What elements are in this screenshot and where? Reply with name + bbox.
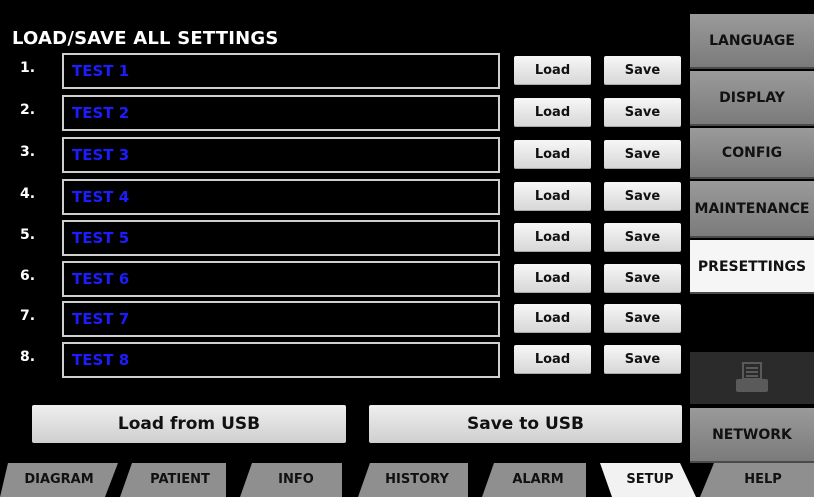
load-from-usb-button[interactable]: Load from USB — [32, 405, 346, 443]
preset-number: 8. — [20, 349, 36, 365]
preset-row: 8. TEST 8 Load Save — [0, 341, 690, 378]
preset-number: 3. — [20, 144, 36, 160]
preset-row: 4. TEST 4 Load Save — [0, 178, 690, 215]
preset-number: 1. — [20, 60, 36, 76]
save-button[interactable]: Save — [604, 304, 681, 333]
tab-alarm[interactable]: ALARM — [490, 463, 586, 497]
preset-name-field[interactable]: TEST 7 — [62, 301, 500, 337]
save-button[interactable]: Save — [604, 98, 681, 127]
side-menu-presettings[interactable]: PRESETTINGS — [690, 240, 814, 294]
tab-help[interactable]: HELP — [712, 463, 814, 497]
printer-icon — [734, 362, 770, 394]
preset-row: 6. TEST 6 Load Save — [0, 260, 690, 297]
load-button[interactable]: Load — [514, 98, 591, 127]
preset-row: 1. TEST 1 Load Save — [0, 52, 690, 89]
preset-row: 7. TEST 7 Load Save — [0, 300, 690, 337]
save-button[interactable]: Save — [604, 345, 681, 374]
preset-name-field[interactable]: TEST 3 — [62, 137, 500, 173]
side-menu-config[interactable]: CONFIG — [690, 128, 814, 179]
side-menu-network[interactable]: NETWORK — [690, 408, 814, 463]
settings-screen: LOAD/SAVE ALL SETTINGS 1. TEST 1 Load Sa… — [0, 0, 814, 497]
preset-name: TEST 1 — [72, 62, 130, 80]
preset-row: 2. TEST 2 Load Save — [0, 94, 690, 131]
save-button[interactable]: Save — [604, 56, 681, 85]
preset-row: 5. TEST 5 Load Save — [0, 219, 690, 256]
tab-setup[interactable]: SETUP — [608, 463, 692, 497]
preset-name: TEST 8 — [72, 351, 130, 369]
preset-name-field[interactable]: TEST 6 — [62, 261, 500, 297]
preset-number: 2. — [20, 102, 36, 118]
preset-name: TEST 5 — [72, 229, 130, 247]
tab-patient[interactable]: PATIENT — [132, 463, 228, 497]
tab-diagram[interactable]: DIAGRAM — [0, 463, 118, 497]
save-button[interactable]: Save — [604, 182, 681, 211]
preset-name-field[interactable]: TEST 2 — [62, 95, 500, 131]
save-button[interactable]: Save — [604, 223, 681, 252]
save-to-usb-button[interactable]: Save to USB — [369, 405, 682, 443]
preset-name-field[interactable]: TEST 1 — [62, 53, 500, 89]
side-menu-maintenance[interactable]: MAINTENANCE — [690, 181, 814, 238]
side-menu-display[interactable]: DISPLAY — [690, 71, 814, 126]
load-button[interactable]: Load — [514, 182, 591, 211]
save-button[interactable]: Save — [604, 264, 681, 293]
load-button[interactable]: Load — [514, 56, 591, 85]
bottom-tab-bar: DIAGRAM PATIENT INFO HISTORY ALARM SETUP… — [0, 463, 814, 497]
preset-name-field[interactable]: TEST 5 — [62, 220, 500, 256]
preset-name: TEST 6 — [72, 270, 130, 288]
print-button[interactable] — [690, 352, 814, 404]
preset-number: 4. — [20, 186, 36, 202]
preset-name-field[interactable]: TEST 4 — [62, 179, 500, 215]
preset-number: 7. — [20, 308, 36, 324]
tab-info[interactable]: INFO — [250, 463, 342, 497]
side-menu-language[interactable]: LANGUAGE — [690, 14, 814, 69]
preset-number: 6. — [20, 268, 36, 284]
load-button[interactable]: Load — [514, 140, 591, 169]
save-button[interactable]: Save — [604, 140, 681, 169]
preset-name: TEST 7 — [72, 310, 130, 328]
preset-name-field[interactable]: TEST 8 — [62, 342, 500, 378]
page-title: LOAD/SAVE ALL SETTINGS — [12, 28, 279, 49]
load-button[interactable]: Load — [514, 304, 591, 333]
preset-name: TEST 3 — [72, 146, 130, 164]
load-button[interactable]: Load — [514, 264, 591, 293]
preset-name: TEST 2 — [72, 104, 130, 122]
preset-name: TEST 4 — [72, 188, 130, 206]
tab-history[interactable]: HISTORY — [366, 463, 468, 497]
load-button[interactable]: Load — [514, 223, 591, 252]
preset-row: 3. TEST 3 Load Save — [0, 136, 690, 173]
preset-number: 5. — [20, 227, 36, 243]
load-button[interactable]: Load — [514, 345, 591, 374]
